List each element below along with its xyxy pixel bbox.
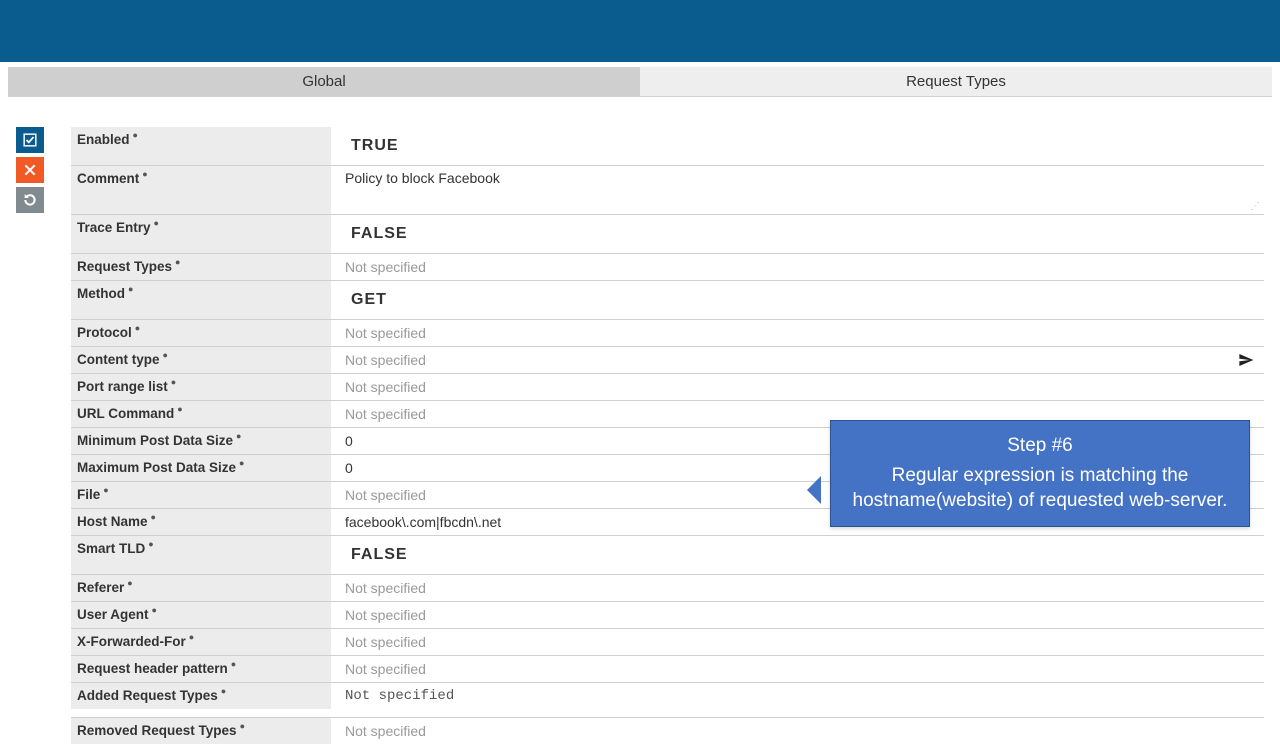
callout-body: Regular expression is matching the hostn… [847,463,1233,514]
value-content-type[interactable]: Not specified [331,347,1264,373]
info-icon[interactable]: ● [231,659,241,669]
value-protocol[interactable]: Not specified [331,320,1264,346]
label-protocol: Protocol● [71,320,331,346]
info-icon[interactable]: ● [236,431,246,441]
value-comment[interactable]: Policy to block Facebook⋰ [331,166,1264,214]
value-xff[interactable]: Not specified [331,629,1264,655]
label-content-type: Content type● [71,347,331,373]
info-icon[interactable]: ● [175,257,185,267]
value-enabled[interactable]: TRUE [331,127,1264,165]
label-comment: Comment● [71,166,331,214]
tabs-container: Global Request Types [0,62,1280,97]
close-icon [23,163,37,177]
value-request-types[interactable]: Not specified [331,254,1264,280]
undo-icon [22,192,38,208]
value-method[interactable]: GET [331,281,1264,319]
label-file: File● [71,482,331,508]
confirm-button[interactable] [16,127,44,153]
send-icon[interactable] [1238,352,1254,368]
info-icon[interactable]: ● [103,485,113,495]
value-trace-entry[interactable]: FALSE [331,215,1264,253]
check-square-icon [23,133,37,147]
label-user-agent: User Agent● [71,602,331,628]
tab-request-types[interactable]: Request Types [640,67,1272,97]
info-icon[interactable]: ● [135,323,145,333]
label-smart-tld: Smart TLD● [71,536,331,574]
callout-title: Step #6 [847,433,1233,459]
value-added-req-types[interactable]: Not specified [331,683,1264,709]
info-icon[interactable]: ● [151,512,161,522]
value-port-range-list[interactable]: Not specified [331,374,1264,400]
value-removed-req-types[interactable]: Not specified [331,718,1264,744]
info-icon[interactable]: ● [171,377,181,387]
label-max-post: Maximum Post Data Size● [71,455,331,481]
label-enabled: Enabled● [71,127,331,165]
value-req-header-pattern[interactable]: Not specified [331,656,1264,682]
info-icon[interactable]: ● [152,605,162,615]
side-toolbar [16,127,44,213]
info-icon[interactable]: ● [148,539,158,549]
label-url-command: URL Command● [71,401,331,427]
resize-grip-icon[interactable]: ⋰ [1250,201,1260,212]
label-port-range-list: Port range list● [71,374,331,400]
label-removed-req-types: Removed Request Types● [71,718,331,744]
info-icon[interactable]: ● [154,218,164,228]
label-min-post: Minimum Post Data Size● [71,428,331,454]
label-host-name: Host Name● [71,509,331,535]
info-icon[interactable]: ● [128,284,138,294]
label-trace-entry: Trace Entry● [71,215,331,253]
label-referer: Referer● [71,575,331,601]
value-user-agent[interactable]: Not specified [331,602,1264,628]
info-icon[interactable]: ● [189,632,199,642]
revert-button[interactable] [16,187,44,213]
info-icon[interactable]: ● [221,686,231,696]
info-icon[interactable]: ● [240,721,250,731]
info-icon[interactable]: ● [142,169,152,179]
label-added-req-types: Added Request Types● [71,683,331,709]
label-method: Method● [71,281,331,319]
value-referer[interactable]: Not specified [331,575,1264,601]
step-callout: Step #6 Regular expression is matching t… [830,420,1250,527]
cancel-button[interactable] [16,157,44,183]
info-icon[interactable]: ● [163,350,173,360]
label-request-types: Request Types● [71,254,331,280]
info-icon[interactable]: ● [177,404,187,414]
top-header-bar [0,0,1280,62]
info-icon[interactable]: ● [133,130,143,140]
tab-global[interactable]: Global [8,67,640,97]
label-req-header-pattern: Request header pattern● [71,656,331,682]
info-icon[interactable]: ● [127,578,137,588]
info-icon[interactable]: ● [239,458,249,468]
label-xff: X-Forwarded-For● [71,629,331,655]
value-smart-tld[interactable]: FALSE [331,536,1264,574]
